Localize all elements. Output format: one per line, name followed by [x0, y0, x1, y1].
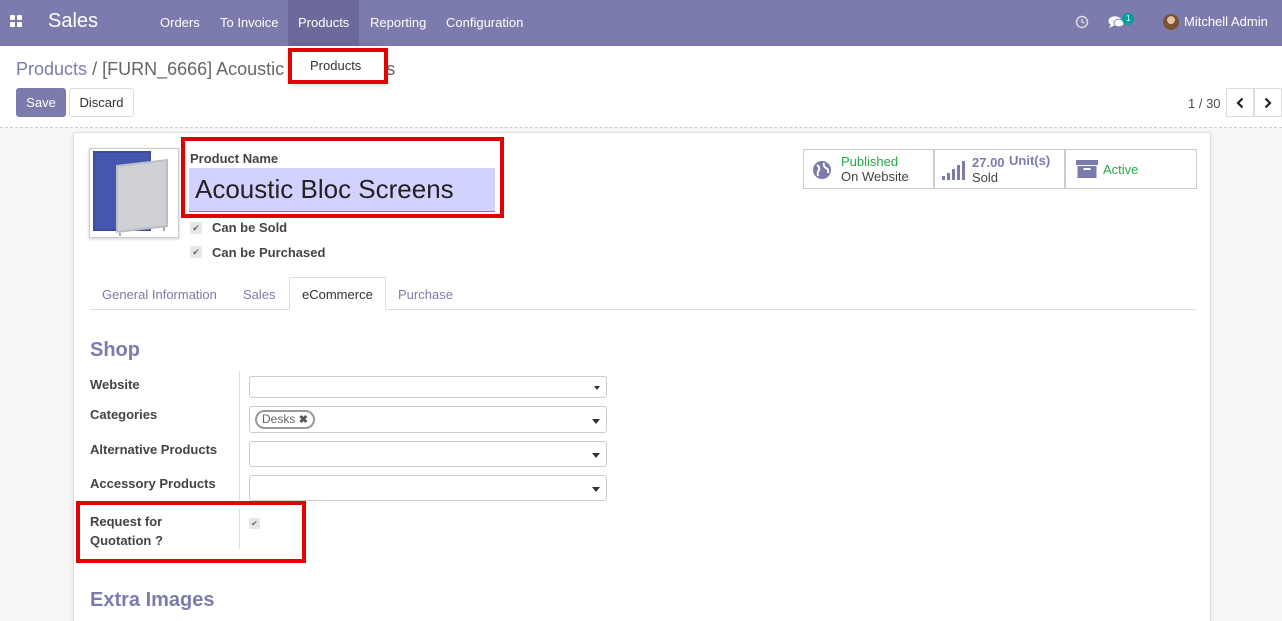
units-sold-value: 27.00 — [972, 155, 1005, 170]
category-tag-desks: Desks ✖ — [255, 410, 315, 429]
extra-images-section-title: Extra Images — [90, 589, 215, 611]
apps-grid-icon[interactable] — [10, 15, 23, 28]
shop-section-title: Shop — [90, 339, 140, 361]
archive-box-icon — [1076, 160, 1098, 178]
menu-orders[interactable]: Orders — [160, 15, 200, 30]
menu-products[interactable]: Products — [288, 0, 360, 46]
app-title[interactable]: Sales — [48, 10, 98, 33]
accessory-products-select[interactable] — [249, 475, 607, 501]
signal-bars-icon — [942, 161, 965, 180]
sold-label: Sold — [972, 170, 999, 185]
breadcrumb-parent[interactable]: Products — [16, 59, 87, 79]
remove-tag-icon[interactable]: ✖ — [299, 414, 308, 426]
top-navbar: Sales Orders To Invoice Products Reporti… — [0, 0, 1282, 46]
user-avatar[interactable] — [1163, 14, 1179, 30]
pager-value[interactable]: 1 / 30 — [1188, 96, 1221, 111]
active-status: Active — [1103, 162, 1139, 177]
on-website-label: On Website — [841, 169, 909, 184]
tab-ecommerce[interactable]: eCommerce — [289, 277, 386, 310]
menu-configuration[interactable]: Configuration — [446, 15, 523, 30]
pager-next-button[interactable] — [1254, 88, 1282, 117]
dropdown-caret-icon — [592, 487, 600, 492]
discard-button[interactable]: Discard — [69, 88, 134, 117]
menu-to-invoice[interactable]: To Invoice — [220, 15, 279, 30]
label-divider — [239, 371, 240, 506]
published-status: Published — [841, 154, 899, 169]
website-label: Website — [90, 377, 140, 392]
accessory-products-label: Accessory Products — [90, 476, 216, 491]
highlight-products-menu — [288, 48, 388, 84]
highlight-request-for-quotation — [76, 501, 306, 563]
alternative-products-label: Alternative Products — [90, 442, 218, 457]
save-button[interactable]: Save — [16, 88, 66, 117]
units-sold-stat-button[interactable]: 27.00 Unit(s) Sold — [934, 149, 1065, 189]
menu-reporting[interactable]: Reporting — [370, 15, 426, 30]
dropdown-caret-icon — [594, 386, 600, 390]
chevron-right-icon — [1264, 97, 1272, 108]
categories-select[interactable]: Desks ✖ — [249, 406, 607, 433]
tab-sales[interactable]: Sales — [243, 287, 276, 302]
categories-label: Categories — [90, 407, 158, 422]
dropdown-caret-icon — [592, 453, 600, 458]
units-label: Unit(s) — [1009, 153, 1051, 168]
product-image[interactable] — [89, 148, 179, 238]
website-select[interactable] — [249, 376, 607, 398]
highlight-product-name — [181, 137, 504, 218]
product-photo-screens — [93, 151, 168, 236]
can-be-sold-checkbox[interactable]: ✔ — [190, 222, 202, 234]
activity-clock-icon[interactable] — [1075, 15, 1089, 29]
pager-previous-button[interactable] — [1226, 88, 1254, 117]
chevron-left-icon — [1236, 97, 1244, 108]
category-tag-label: Desks — [262, 412, 296, 426]
breadcrumb-separator: / — [92, 59, 98, 79]
tab-purchase[interactable]: Purchase — [398, 287, 453, 302]
published-stat-button[interactable]: Published On Website — [803, 149, 934, 189]
can-be-purchased-checkbox[interactable]: ✔ — [190, 246, 202, 258]
message-count-badge: 1 — [1122, 13, 1135, 25]
alternative-products-select[interactable] — [249, 441, 607, 467]
user-menu[interactable]: Mitchell Admin — [1184, 14, 1268, 29]
can-be-sold-label: Can be Sold — [212, 220, 288, 235]
control-panel: Products / [FURN_6666] Acoustic Bloc Scr… — [0, 46, 1282, 128]
globe-icon — [813, 161, 831, 179]
active-toggle-button[interactable]: Active — [1065, 149, 1197, 189]
dropdown-caret-icon — [592, 419, 600, 424]
tab-general-information[interactable]: General Information — [102, 287, 217, 302]
can-be-purchased-label: Can be Purchased — [212, 245, 326, 260]
notebook-tabs: General Information Sales eCommerce Purc… — [90, 277, 1196, 310]
